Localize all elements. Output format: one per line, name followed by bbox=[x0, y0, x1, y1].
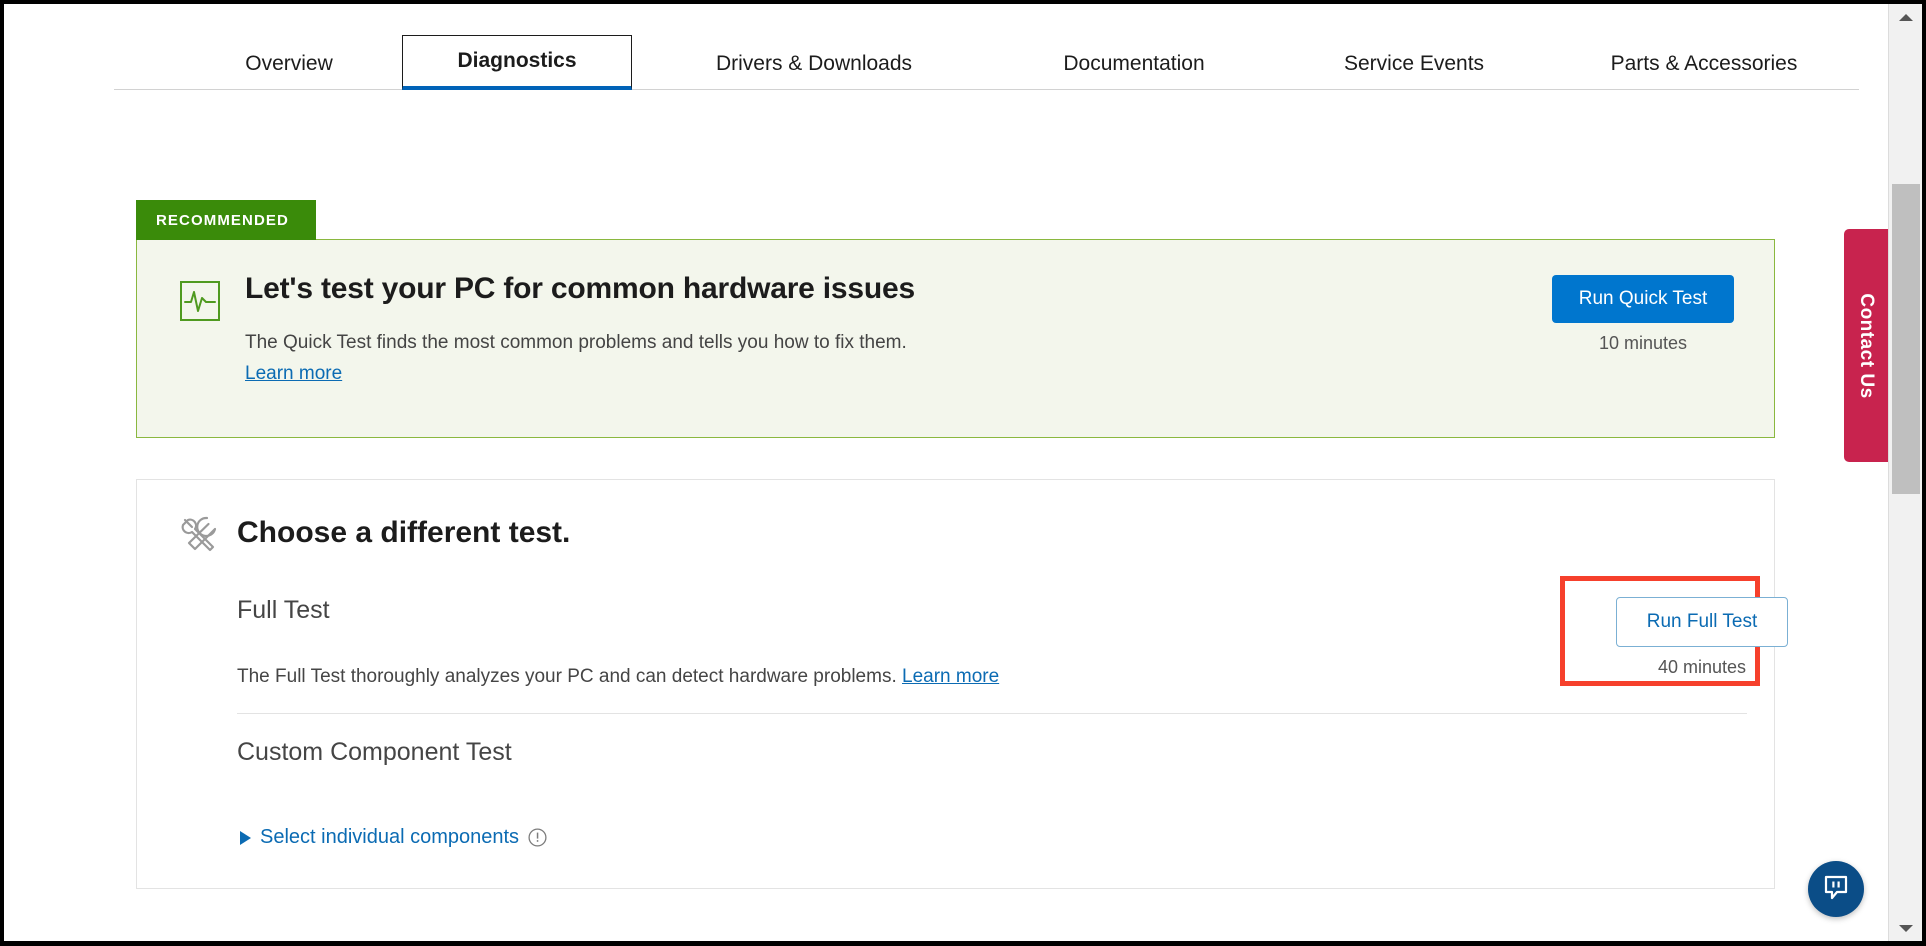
tab-label: Drivers & Downloads bbox=[716, 52, 912, 76]
product-support-tabs: Overview Diagnostics Drivers & Downloads… bbox=[114, 4, 1859, 90]
tab-documentation[interactable]: Documentation bbox=[1009, 38, 1259, 90]
contact-us-tab[interactable]: Contact Us bbox=[1844, 229, 1888, 462]
choose-different-test-heading: Choose a different test. bbox=[237, 516, 570, 550]
page-content: Overview Diagnostics Drivers & Downloads… bbox=[4, 4, 1888, 941]
tab-label: Overview bbox=[245, 52, 333, 76]
tab-label: Parts & Accessories bbox=[1611, 52, 1798, 76]
run-quick-test-button[interactable]: Run Quick Test bbox=[1552, 275, 1734, 323]
tab-diagnostics[interactable]: Diagnostics bbox=[402, 35, 632, 90]
browser-viewport: Overview Diagnostics Drivers & Downloads… bbox=[0, 0, 1926, 946]
full-test-description: The Full Test thoroughly analyzes your P… bbox=[237, 666, 999, 688]
vertical-scrollbar[interactable] bbox=[1888, 4, 1922, 941]
tools-wrench-screwdriver-icon bbox=[177, 512, 223, 558]
contact-us-label: Contact Us bbox=[1855, 293, 1877, 398]
scroll-up-arrow[interactable] bbox=[1889, 6, 1923, 28]
select-individual-components-row[interactable]: Select individual components bbox=[240, 826, 547, 849]
tab-service-events[interactable]: Service Events bbox=[1299, 38, 1529, 90]
select-individual-components-label: Select individual components bbox=[260, 826, 519, 849]
tab-label: Diagnostics bbox=[457, 49, 576, 73]
scrollbar-thumb[interactable] bbox=[1892, 184, 1920, 494]
card-divider bbox=[237, 713, 1747, 714]
tab-drivers-downloads[interactable]: Drivers & Downloads bbox=[664, 38, 964, 90]
tab-label: Service Events bbox=[1344, 52, 1484, 76]
full-test-learn-more-link[interactable]: Learn more bbox=[902, 666, 999, 687]
quick-test-heading: Let's test your PC for common hardware i… bbox=[245, 272, 915, 306]
recommended-badge: RECOMMENDED bbox=[136, 200, 316, 240]
full-test-title: Full Test bbox=[237, 596, 330, 625]
scroll-down-arrow[interactable] bbox=[1889, 917, 1923, 939]
quick-test-card: Let's test your PC for common hardware i… bbox=[136, 239, 1775, 438]
full-test-description-text: The Full Test thoroughly analyzes your P… bbox=[237, 666, 902, 687]
triangle-right-icon bbox=[240, 831, 251, 845]
tab-overview[interactable]: Overview bbox=[194, 38, 384, 90]
full-test-duration: 40 minutes bbox=[1616, 657, 1788, 678]
quick-test-description: The Quick Test finds the most common pro… bbox=[245, 332, 907, 354]
tab-parts-accessories[interactable]: Parts & Accessories bbox=[1564, 38, 1844, 90]
pulse-monitor-icon bbox=[179, 280, 221, 322]
chat-bubble-button[interactable] bbox=[1808, 861, 1864, 917]
chat-bubble-icon bbox=[1822, 873, 1850, 906]
quick-test-learn-more-link[interactable]: Learn more bbox=[245, 363, 342, 385]
recommended-badge-label: RECOMMENDED bbox=[156, 212, 289, 229]
quick-test-duration: 10 minutes bbox=[1552, 333, 1734, 354]
custom-component-test-title: Custom Component Test bbox=[237, 738, 512, 767]
tab-label: Documentation bbox=[1063, 52, 1204, 76]
info-circle-icon[interactable] bbox=[528, 828, 547, 847]
run-full-test-button[interactable]: Run Full Test bbox=[1616, 597, 1788, 647]
